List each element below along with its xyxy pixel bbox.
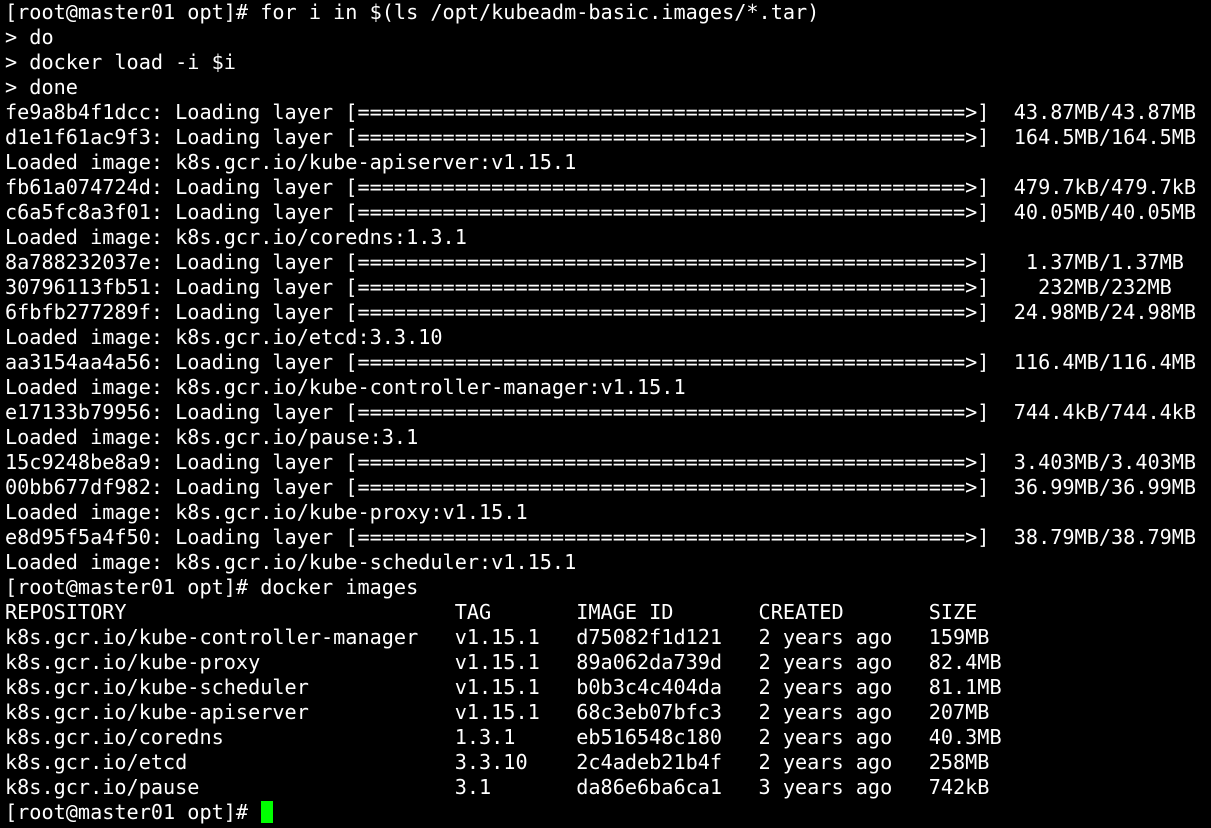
terminal-line: c6a5fc8a3f01: Loading layer [===========…	[5, 200, 1197, 224]
terminal-line: Loaded image: k8s.gcr.io/kube-scheduler:…	[5, 550, 577, 574]
terminal-line: Loaded image: k8s.gcr.io/pause:3.1	[5, 425, 419, 449]
terminal-line: k8s.gcr.io/kube-scheduler v1.15.1 b0b3c4…	[5, 675, 1002, 699]
prompt-line[interactable]: [root@master01 opt]#	[5, 800, 1211, 825]
terminal-line: fb61a074724d: Loading layer [===========…	[5, 175, 1197, 199]
terminal-line: [root@master01 opt]# for i in $(ls /opt/…	[5, 0, 820, 24]
terminal-line: k8s.gcr.io/pause 3.1 da86e6ba6ca1 3 year…	[5, 775, 990, 799]
terminal-line: > done	[5, 75, 78, 99]
terminal-line: aa3154aa4a56: Loading layer [===========…	[5, 350, 1197, 374]
shell-prompt: [root@master01 opt]#	[5, 800, 261, 824]
terminal-line: k8s.gcr.io/kube-proxy v1.15.1 89a062da73…	[5, 650, 1002, 674]
terminal-line: Loaded image: k8s.gcr.io/etcd:3.3.10	[5, 325, 443, 349]
terminal-line: fe9a8b4f1dcc: Loading layer [===========…	[5, 100, 1197, 124]
terminal-line: REPOSITORY TAG IMAGE ID CREATED SIZE	[5, 600, 978, 624]
terminal-line: e8d95f5a4f50: Loading layer [===========…	[5, 525, 1197, 549]
terminal-output: [root@master01 opt]# for i in $(ls /opt/…	[5, 0, 1211, 800]
terminal-line: Loaded image: k8s.gcr.io/kube-proxy:v1.1…	[5, 500, 528, 524]
terminal-window[interactable]: [root@master01 opt]# for i in $(ls /opt/…	[0, 0, 1211, 828]
terminal-line: Loaded image: k8s.gcr.io/kube-apiserver:…	[5, 150, 577, 174]
terminal-line: k8s.gcr.io/coredns 1.3.1 eb516548c180 2 …	[5, 725, 1002, 749]
terminal-line: k8s.gcr.io/etcd 3.3.10 2c4adeb21b4f 2 ye…	[5, 750, 990, 774]
terminal-line: 30796113fb51: Loading layer [===========…	[5, 275, 1172, 299]
terminal-line: [root@master01 opt]# docker images	[5, 575, 419, 599]
terminal-line: 00bb677df982: Loading layer [===========…	[5, 475, 1197, 499]
terminal-line: > docker load -i $i	[5, 50, 236, 74]
terminal-cursor	[261, 801, 274, 823]
terminal-line: d1e1f61ac9f3: Loading layer [===========…	[5, 125, 1197, 149]
terminal-line: k8s.gcr.io/kube-controller-manager v1.15…	[5, 625, 990, 649]
terminal-line: Loaded image: k8s.gcr.io/kube-controller…	[5, 375, 686, 399]
terminal-line: > do	[5, 25, 54, 49]
terminal-line: 6fbfb277289f: Loading layer [===========…	[5, 300, 1197, 324]
terminal-line: e17133b79956: Loading layer [===========…	[5, 400, 1197, 424]
terminal-line: 8a788232037e: Loading layer [===========…	[5, 250, 1184, 274]
terminal-line: Loaded image: k8s.gcr.io/coredns:1.3.1	[5, 225, 467, 249]
terminal-line: k8s.gcr.io/kube-apiserver v1.15.1 68c3eb…	[5, 700, 990, 724]
terminal-line: 15c9248be8a9: Loading layer [===========…	[5, 450, 1197, 474]
